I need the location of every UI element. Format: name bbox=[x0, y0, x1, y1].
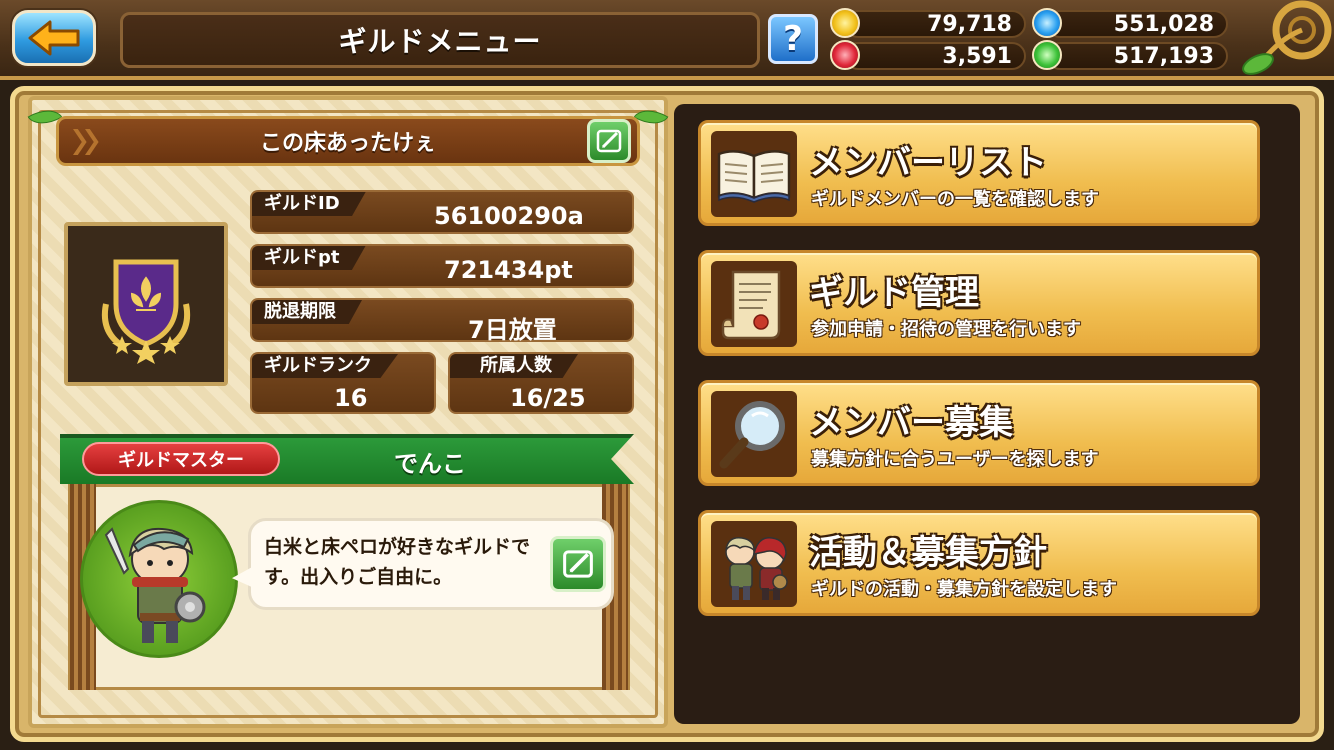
expire-row: 脱退期限 7日放置 bbox=[250, 298, 634, 344]
guild-master-avatar[interactable] bbox=[80, 500, 238, 658]
guild-rank-label: ギルドランク bbox=[252, 354, 398, 378]
currency-green-value: 517,193 bbox=[1046, 42, 1228, 70]
currency-green: 517,193 bbox=[1032, 40, 1228, 72]
guild-id-value: 56100290a bbox=[434, 202, 584, 230]
currency-red: 3,591 bbox=[830, 40, 1026, 72]
green-orb-icon bbox=[1032, 40, 1062, 70]
page-title: ギルドメニュー bbox=[338, 25, 542, 58]
edit-guild-name-button[interactable] bbox=[587, 119, 631, 163]
title-plate: ギルドメニュー bbox=[120, 12, 760, 68]
expire-value: 7日放置 bbox=[468, 316, 557, 344]
scroll-icon bbox=[721, 270, 781, 340]
book-icon bbox=[717, 150, 791, 203]
guild-pt-row: ギルドpt 721434pt bbox=[250, 244, 634, 288]
currency-blue: 551,028 bbox=[1032, 8, 1228, 40]
currency-red-value: 3,591 bbox=[844, 42, 1026, 70]
pencil-icon bbox=[563, 550, 593, 578]
menu-title: 活動＆募集方針 bbox=[809, 533, 1047, 573]
expire-label: 脱退期限 bbox=[252, 300, 362, 324]
magnifier-icon bbox=[719, 401, 785, 469]
guild-name: この床あったけぇ bbox=[259, 131, 436, 156]
blue-crystal-icon bbox=[1032, 8, 1062, 38]
guild-rank-row: ギルドランク 16 bbox=[250, 352, 436, 414]
guild-emblem bbox=[64, 222, 228, 386]
menu-icon-box bbox=[711, 261, 797, 347]
guild-master-message: 白米と床ペロが好きなギルドです。出入りご自由に。 bbox=[264, 536, 531, 588]
help-button[interactable]: ? bbox=[768, 14, 818, 64]
guild-management-button[interactable]: ギルド管理 参加申請・招待の管理を行います bbox=[698, 250, 1260, 356]
members-value: 16/25 bbox=[510, 384, 586, 412]
guild-master-badge: ギルドマスター bbox=[82, 442, 280, 476]
menu-title: ギルド管理 bbox=[809, 273, 979, 313]
arrow-left-icon bbox=[28, 20, 80, 56]
character-avatar-icon bbox=[104, 527, 206, 643]
guild-id-row: ギルドID 56100290a bbox=[250, 190, 634, 234]
edit-message-button[interactable] bbox=[550, 536, 606, 592]
menu-title: メンバー募集 bbox=[809, 403, 1013, 443]
menu-desc: ギルドの活動・募集方針を設定します bbox=[811, 579, 1117, 600]
menu-desc: 参加申請・招待の管理を行います bbox=[811, 319, 1081, 340]
menu-icon-box bbox=[711, 131, 797, 217]
member-list-button[interactable]: メンバーリスト ギルドメンバーの一覧を確認します bbox=[698, 120, 1260, 226]
menu-icon-box bbox=[711, 521, 797, 607]
guild-id-label: ギルドID bbox=[252, 192, 366, 216]
menu-desc: ギルドメンバーの一覧を確認します bbox=[811, 189, 1099, 210]
guild-rank-value: 16 bbox=[334, 384, 368, 412]
guild-name-bar: この床あったけぇ bbox=[56, 116, 640, 166]
members-row: 所属人数 16/25 bbox=[448, 352, 634, 414]
currency-gold: 79,718 bbox=[830, 8, 1026, 40]
chevron-right-icon bbox=[73, 129, 87, 155]
menu-desc: 募集方針に合うユーザーを探します bbox=[811, 449, 1099, 470]
guild-pt-value: 721434pt bbox=[444, 256, 573, 284]
guild-master-name: でんこ bbox=[394, 449, 466, 478]
currency-gold-value: 79,718 bbox=[844, 10, 1026, 38]
menu-icon-box bbox=[711, 391, 797, 477]
back-button[interactable] bbox=[12, 10, 96, 66]
activity-policy-button[interactable]: 活動＆募集方針 ギルドの活動・募集方針を設定します bbox=[698, 510, 1260, 616]
gold-coin-icon bbox=[830, 8, 860, 38]
guild-pt-label: ギルドpt bbox=[252, 246, 366, 270]
corner-ornament-icon bbox=[1242, 0, 1332, 75]
member-recruit-button[interactable]: メンバー募集 募集方針に合うユーザーを探します bbox=[698, 380, 1260, 486]
members-label: 所属人数 bbox=[450, 354, 578, 378]
pencil-icon bbox=[596, 129, 622, 153]
red-orb-icon bbox=[830, 40, 860, 70]
chevron-right-icon bbox=[85, 129, 99, 155]
guild-emblem-icon bbox=[102, 259, 190, 364]
currency-blue-value: 551,028 bbox=[1046, 10, 1228, 38]
characters-icon bbox=[725, 537, 788, 600]
menu-title: メンバーリスト bbox=[809, 143, 1047, 183]
